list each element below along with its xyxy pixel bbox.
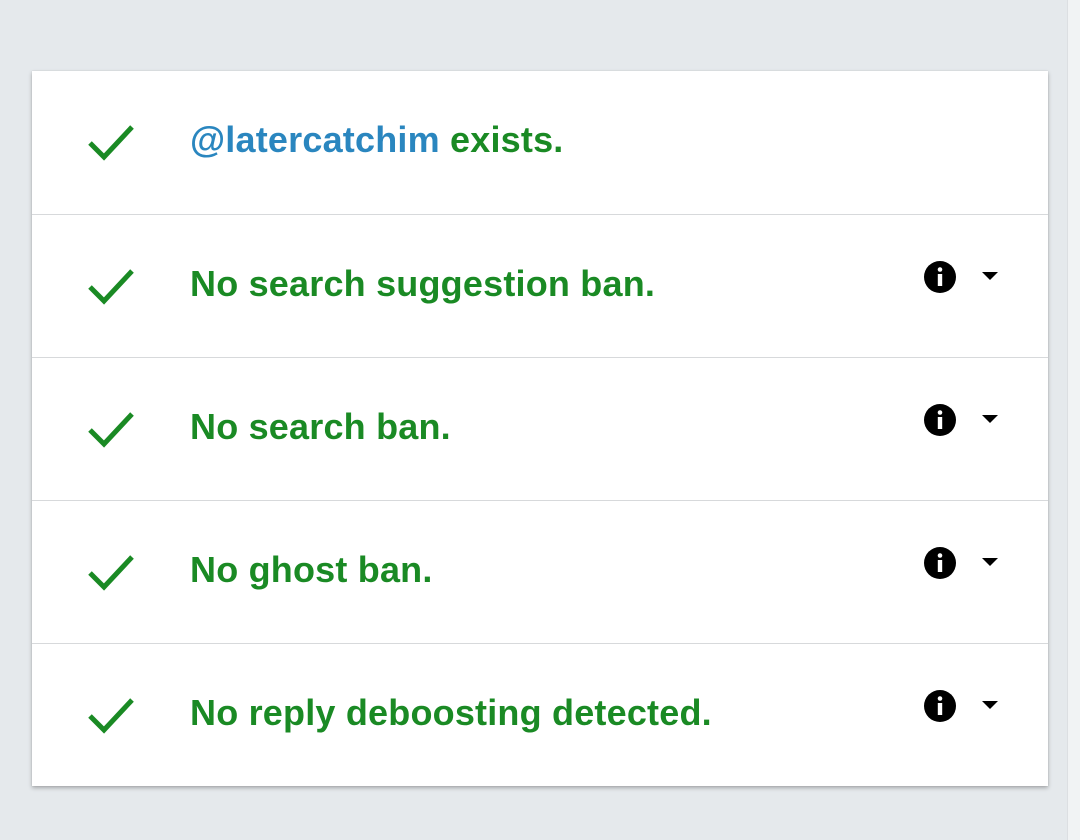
chevron-down-icon[interactable] [980, 270, 1000, 282]
check-icon [88, 412, 134, 448]
result-row-search-ban: No search ban. [32, 357, 1048, 500]
result-row-ghost-ban: No ghost ban. [32, 500, 1048, 643]
check-icon [88, 698, 134, 734]
info-icon[interactable] [923, 403, 957, 437]
result-status-text: exists. [439, 119, 564, 160]
result-label: @latercatchim exists. [190, 119, 564, 161]
result-row-exists: @latercatchim exists. [32, 71, 1048, 214]
info-icon[interactable] [923, 260, 957, 294]
result-label: No search ban. [190, 406, 451, 447]
check-icon [88, 269, 134, 305]
result-label: No ghost ban. [190, 549, 433, 590]
chevron-down-icon[interactable] [980, 699, 1000, 711]
username-link[interactable]: @latercatchim [190, 119, 440, 160]
result-label: No reply deboosting detected. [190, 692, 712, 733]
info-icon[interactable] [923, 689, 957, 723]
results-card: @latercatchim exists. No search suggesti… [32, 71, 1048, 786]
info-icon[interactable] [923, 546, 957, 580]
chevron-down-icon[interactable] [980, 556, 1000, 568]
chevron-down-icon[interactable] [980, 413, 1000, 425]
scrollbar[interactable] [1067, 0, 1080, 840]
check-icon [88, 125, 134, 161]
result-row-reply-deboosting: No reply deboosting detected. [32, 643, 1048, 786]
result-row-search-suggestion-ban: No search suggestion ban. [32, 214, 1048, 357]
result-label: No search suggestion ban. [190, 263, 656, 304]
check-icon [88, 555, 134, 591]
